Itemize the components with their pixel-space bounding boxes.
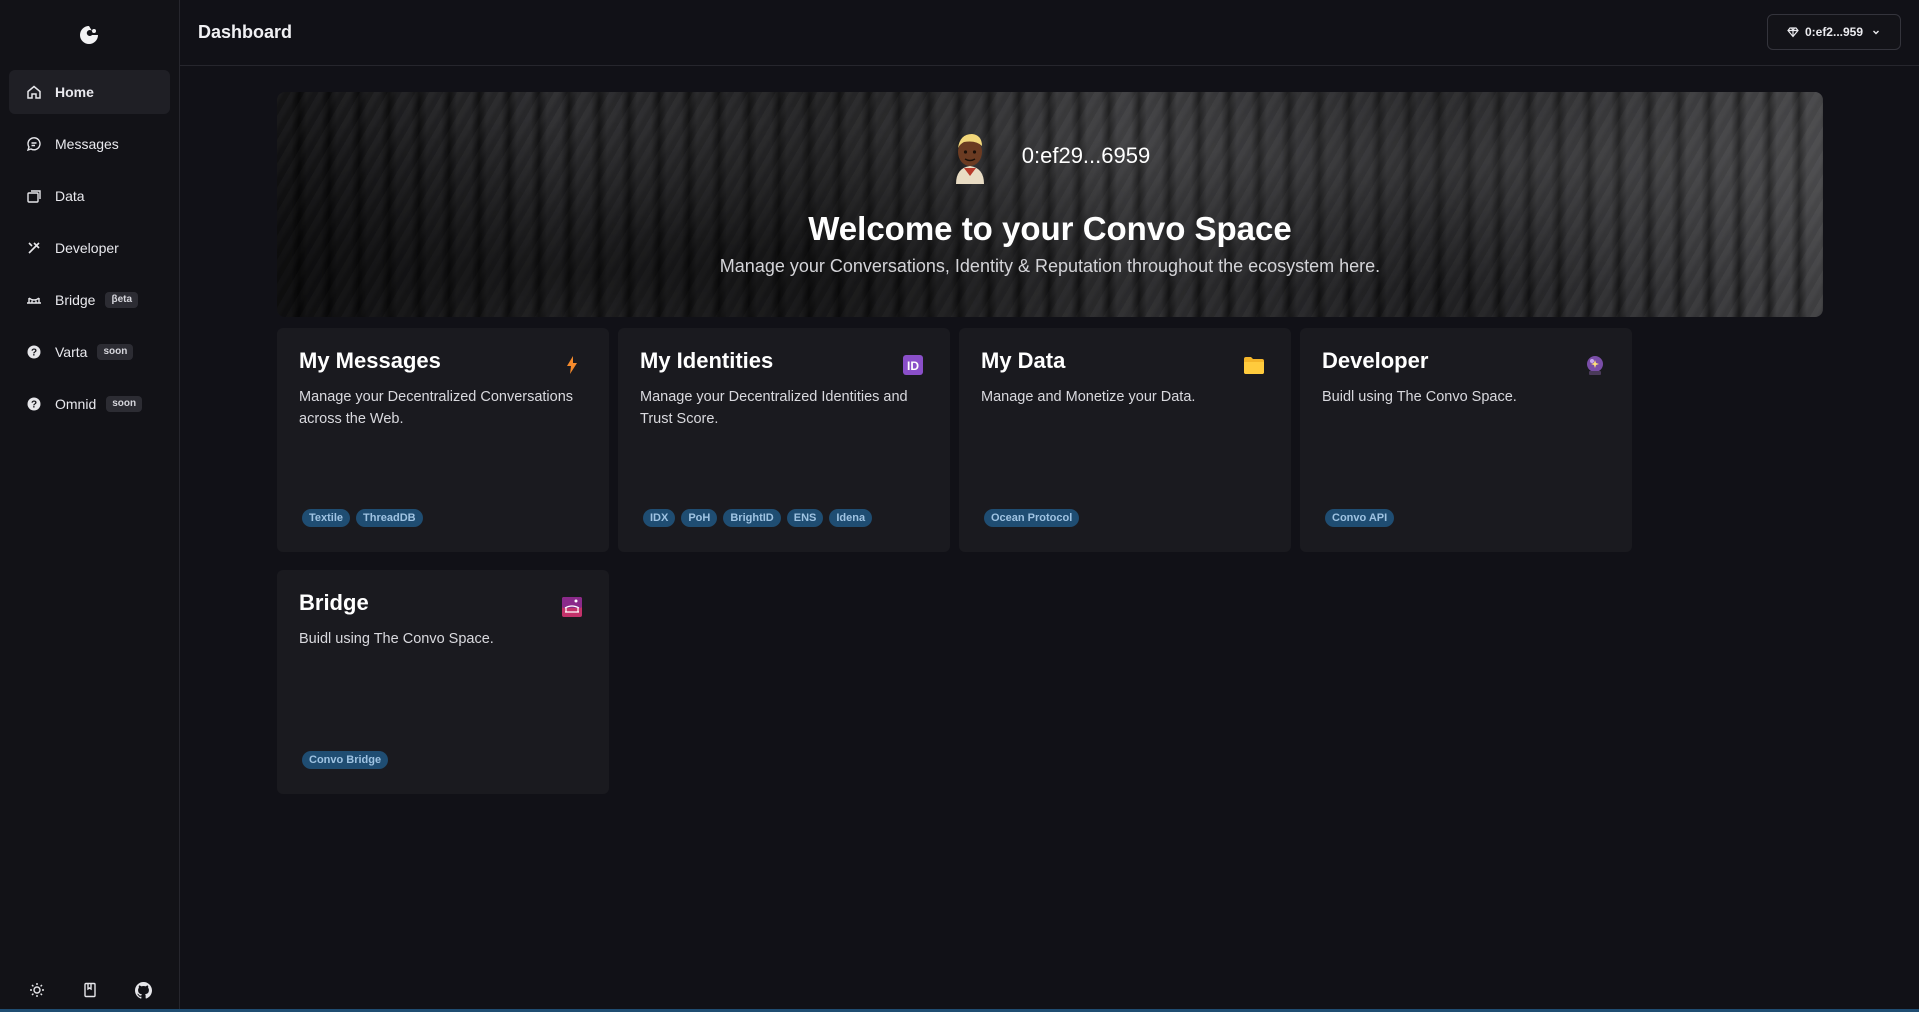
card-bridge[interactable]: Bridge Buidl using The Convo Space. Conv… [277, 570, 609, 794]
card-tags: Ocean Protocol [984, 509, 1080, 527]
card-description: Manage your Decentralized Identities and… [640, 389, 908, 427]
sidebar-item-label: Messages [55, 136, 119, 152]
sidebar-item-label: Varta [55, 344, 88, 360]
hero-subtitle: Manage your Conversations, Identity & Re… [719, 256, 1381, 276]
card-my-identities[interactable]: My Identities ID Manage your Decentraliz… [618, 328, 950, 552]
card-developer[interactable]: Developer Buidl using The Convo Space. C… [1300, 328, 1632, 552]
tag-threaddb[interactable]: ThreadDB [356, 509, 423, 527]
app: Home Messages Data Developer Bridge βeta… [0, 0, 1919, 1012]
soon-badge: soon [97, 344, 134, 360]
svg-text:?: ? [31, 348, 37, 359]
card-tags: Convo API [1325, 509, 1395, 527]
soon-badge: soon [106, 396, 143, 412]
sun-icon[interactable] [27, 980, 47, 1000]
help-icon: ? [25, 395, 43, 413]
bridge-icon [25, 291, 43, 309]
card-title: Bridge [299, 590, 369, 615]
help-icon: ? [25, 343, 43, 361]
sidebar-nav: Home Messages Data Developer Bridge βeta… [9, 70, 170, 434]
chevron-down-icon [1871, 27, 1881, 37]
sidebar-item-home[interactable]: Home [9, 70, 170, 114]
sidebar-item-data[interactable]: Data [9, 174, 170, 218]
tag-textile[interactable]: Textile [302, 509, 351, 527]
tag-convo-bridge[interactable]: Convo Bridge [302, 751, 389, 769]
hero-title: Welcome to your Convo Space [808, 210, 1292, 247]
wallet-button[interactable]: 0:ef2...959 [1767, 14, 1901, 50]
home-icon [25, 83, 43, 101]
data-icon [25, 187, 43, 205]
tag-ens[interactable]: ENS [786, 509, 824, 527]
tag-idx[interactable]: IDX [643, 509, 676, 527]
avatar[interactable] [950, 128, 990, 184]
svg-text:ID: ID [907, 359, 919, 373]
convo-logo-icon[interactable] [78, 24, 100, 46]
card-description: Buidl using The Convo Space. [299, 631, 494, 647]
tag-idena[interactable]: Idena [829, 509, 873, 527]
tag-ocean-protocol[interactable]: Ocean Protocol [984, 509, 1080, 527]
card-title: My Messages [299, 348, 441, 373]
diamond-icon [1787, 26, 1799, 38]
folder-icon [1243, 354, 1265, 376]
book-icon[interactable] [80, 980, 100, 1000]
sidebar-item-label: Developer [55, 240, 119, 256]
railway-icon [561, 596, 583, 618]
sidebar-item-developer[interactable]: Developer [9, 226, 170, 270]
hero-address: 0:ef29...6959 [1021, 143, 1151, 168]
tag-poh[interactable]: PoH [681, 509, 718, 527]
welcome-banner: 0:ef29...6959 Welcome to your Convo Spac… [277, 92, 1823, 317]
card-description: Manage and Monetize your Data. [981, 389, 1196, 405]
card-my-messages[interactable]: My Messages Manage your Decentralized Co… [277, 328, 609, 552]
card-title: Developer [1322, 348, 1429, 373]
tools-icon [25, 239, 43, 257]
card-tags: IDX PoH BrightID ENS Idena [643, 509, 873, 527]
card-description: Buidl using The Convo Space. [1322, 389, 1517, 405]
sidebar-item-label: Omnid [55, 396, 97, 412]
lightning-icon [561, 354, 583, 376]
card-title: My Identities [640, 348, 774, 373]
top-header: Dashboard 0:ef2...959 [180, 0, 1919, 66]
crystal-ball-icon [1584, 354, 1606, 376]
sidebar-item-label: Bridge [55, 292, 96, 308]
beta-badge: βeta [105, 292, 139, 308]
sidebar-item-label: Data [55, 188, 85, 204]
sidebar-item-omnid[interactable]: ? Omnid soon [9, 382, 170, 426]
card-description: Manage your Decentralized Conversations … [299, 389, 574, 427]
tag-brightid[interactable]: BrightID [723, 509, 781, 527]
sidebar-footer [0, 980, 180, 1000]
wallet-address: 0:ef2...959 [1804, 25, 1864, 39]
card-title: My Data [981, 348, 1066, 373]
messages-icon [25, 135, 43, 153]
sidebar-item-label: Home [55, 84, 94, 100]
id-icon: ID [902, 354, 924, 376]
hero-user: 0:ef29...6959 [277, 128, 1823, 184]
card-tags: Convo Bridge [302, 751, 389, 769]
sidebar-item-messages[interactable]: Messages [9, 122, 170, 166]
tag-convo-api[interactable]: Convo API [1325, 509, 1395, 527]
sidebar: Home Messages Data Developer Bridge βeta… [0, 0, 180, 1012]
page-title: Dashboard [198, 22, 293, 42]
svg-text:?: ? [31, 400, 37, 411]
card-tags: Textile ThreadDB [302, 509, 423, 527]
card-my-data[interactable]: My Data Manage and Monetize your Data. O… [959, 328, 1291, 552]
github-icon[interactable] [133, 980, 153, 1000]
sidebar-item-bridge[interactable]: Bridge βeta [9, 278, 170, 322]
sidebar-item-varta[interactable]: ? Varta soon [9, 330, 170, 374]
